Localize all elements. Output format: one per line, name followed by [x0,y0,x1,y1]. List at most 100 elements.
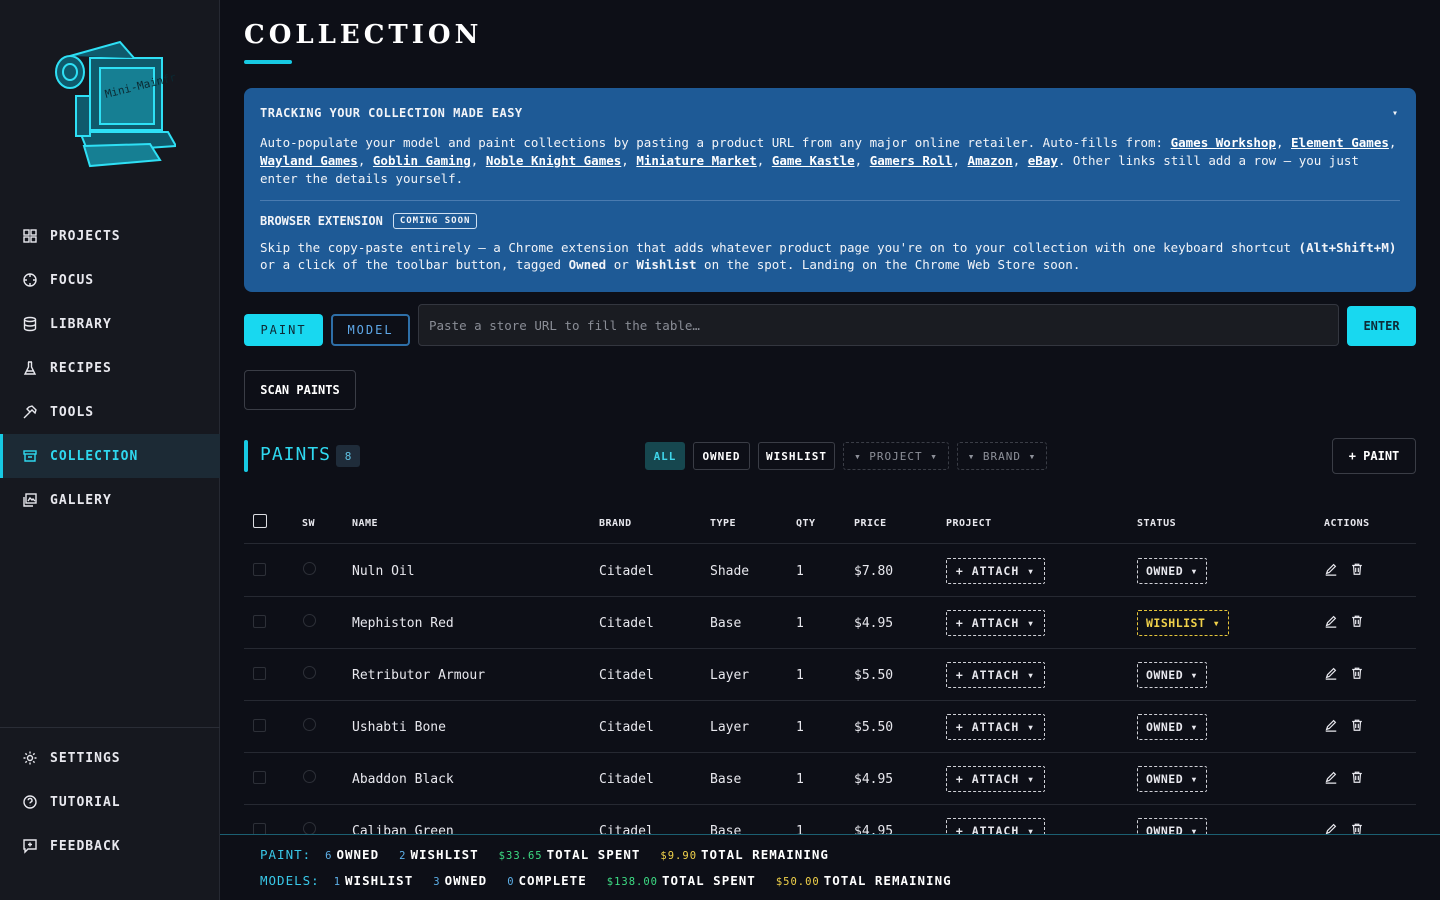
attach-project-dropdown[interactable]: + ATTACH ▾ [946,818,1045,834]
paint-price: $7.80 [854,564,894,579]
nav-projects[interactable]: PROJECTS [0,214,220,258]
paint-type: Base [710,824,742,834]
trash-icon[interactable] [1350,769,1364,783]
paint-toggle[interactable]: PAINT [244,314,323,346]
nav-gallery[interactable]: GALLERY [0,478,220,522]
paint-summary-label: PAINT: [260,847,312,862]
swatch-radio[interactable] [303,562,316,575]
swatch-radio[interactable] [303,822,316,834]
attach-project-dropdown[interactable]: + ATTACH ▾ [946,558,1045,584]
scan-paints-button[interactable]: SCAN PAINTS [244,370,356,410]
retailer-link[interactable]: Noble Knight Games [486,153,621,168]
col-brand[interactable]: BRAND [599,518,632,529]
swatch-radio[interactable] [303,666,316,679]
filter-brand-dropdown[interactable]: ▾ BRAND ▾ [957,442,1047,470]
gear-icon [22,750,38,766]
row-checkbox[interactable] [253,615,266,628]
models-remaining-label: TOTAL REMAINING [823,873,952,888]
trash-icon[interactable] [1350,821,1364,834]
edit-icon[interactable] [1324,821,1338,834]
filter-wishlist[interactable]: WISHLIST [758,442,835,470]
filter-project-dropdown[interactable]: ▾ PROJECT ▾ [843,442,949,470]
col-name[interactable]: NAME [352,518,378,529]
status-dropdown[interactable]: OWNED ▾ [1137,766,1207,792]
row-checkbox[interactable] [253,771,266,784]
nav-settings[interactable]: SETTINGS [0,736,220,780]
row-checkbox[interactable] [253,823,266,834]
section-accent [244,440,248,472]
retailer-link[interactable]: Element Games [1291,135,1389,150]
attach-project-dropdown[interactable]: + ATTACH ▾ [946,714,1045,740]
info-banner: TRACKING YOUR COLLECTION MADE EASY ▾ Aut… [244,88,1416,292]
col-status[interactable]: STATUS [1137,518,1176,529]
status-dropdown[interactable]: OWNED ▾ [1137,662,1207,688]
nav-tutorial[interactable]: TUTORIAL [0,780,220,824]
retailer-link[interactable]: Miniature Market [636,153,756,168]
trash-icon[interactable] [1350,717,1364,731]
banner-divider [260,200,1400,201]
swatch-radio[interactable] [303,718,316,731]
edit-icon[interactable] [1324,717,1338,732]
retailer-link[interactable]: Goblin Gaming [373,153,471,168]
nav-focus[interactable]: FOCUS [0,258,220,302]
nav-label: COLLECTION [50,448,139,464]
retailer-link[interactable]: eBay [1028,153,1058,168]
row-checkbox[interactable] [253,563,266,576]
mini-mainframe-logo[interactable]: Mini-Mainframe [50,36,176,168]
ext-text: Skip the copy-paste entirely — a Chrome … [260,240,1299,255]
trash-icon[interactable] [1350,561,1364,575]
col-qty[interactable]: QTY [796,518,816,529]
col-project[interactable]: PROJECT [946,518,992,529]
extension-title: BROWSER EXTENSION [260,214,383,228]
trash-icon[interactable] [1350,613,1364,627]
row-checkbox[interactable] [253,719,266,732]
collapse-caret-icon[interactable]: ▾ [1392,108,1398,119]
select-all-checkbox[interactable] [253,514,267,528]
filter-all[interactable]: ALL [645,442,685,470]
models-spent-label: TOTAL SPENT [662,873,756,888]
swatch-radio[interactable] [303,614,316,627]
trash-icon[interactable] [1350,665,1364,679]
attach-project-dropdown[interactable]: + ATTACH ▾ [946,610,1045,636]
status-dropdown[interactable]: OWNED ▾ [1137,558,1207,584]
nav-tools[interactable]: TOOLS [0,390,220,434]
retailer-link[interactable]: Games Workshop [1171,135,1276,150]
nav-feedback[interactable]: FEEDBACK [0,824,220,868]
paint-brand: Citadel [599,668,654,683]
retailer-link[interactable]: Gamers Roll [870,153,953,168]
paint-price: $4.95 [854,616,894,631]
store-url-input[interactable] [418,304,1339,346]
paint-name: Nuln Oil [352,564,415,579]
status-dropdown[interactable]: WISHLIST ▾ [1137,610,1230,636]
col-type[interactable]: TYPE [710,518,736,529]
edit-icon[interactable] [1324,769,1338,784]
status-dropdown[interactable]: OWNED ▾ [1137,818,1207,834]
table-row: Retributor Armour Citadel Layer 1 $5.50 + ATT… [244,649,1416,701]
retailer-link[interactable]: Amazon [968,153,1013,168]
row-checkbox[interactable] [253,667,266,680]
paint-brand: Citadel [599,616,654,631]
nav-collection[interactable]: COLLECTION [0,434,220,478]
paint-type: Shade [710,564,750,579]
retailer-link[interactable]: Game Kastle [772,153,855,168]
col-sw[interactable]: SW [302,518,315,529]
status-dropdown[interactable]: OWNED ▾ [1137,714,1207,740]
edit-icon[interactable] [1324,561,1338,576]
model-toggle[interactable]: MODEL [331,314,410,346]
nav-label: SETTINGS [50,750,121,766]
edit-icon[interactable] [1324,665,1338,680]
enter-button[interactable]: ENTER [1347,306,1416,346]
paint-qty: 1 [796,564,804,579]
models-summary-label: MODELS: [260,873,320,888]
filter-owned[interactable]: OWNED [693,442,750,470]
retailer-link[interactable]: Wayland Games [260,153,358,168]
edit-icon[interactable] [1324,613,1338,628]
col-price[interactable]: PRICE [854,518,887,529]
attach-project-dropdown[interactable]: + ATTACH ▾ [946,662,1045,688]
nav-library[interactable]: LIBRARY [0,302,220,346]
add-paint-button[interactable]: + PAINT [1332,438,1416,474]
nav-recipes[interactable]: RECIPES [0,346,220,390]
swatch-radio[interactable] [303,770,316,783]
flask-icon [22,360,38,376]
attach-project-dropdown[interactable]: + ATTACH ▾ [946,766,1045,792]
